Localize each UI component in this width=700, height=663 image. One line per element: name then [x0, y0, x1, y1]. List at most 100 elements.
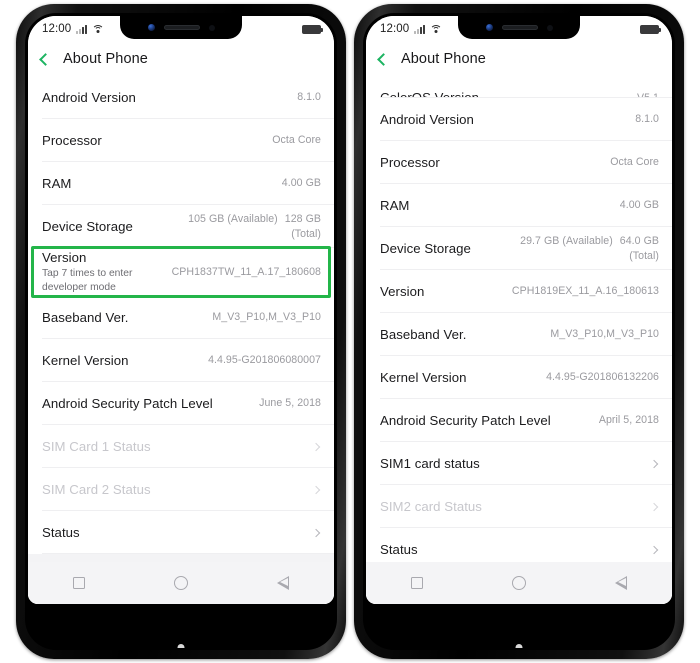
- settings-row-label: Processor: [380, 154, 440, 170]
- settings-row[interactable]: Android Version 8.1.0: [366, 98, 672, 141]
- settings-row-text: Status: [380, 541, 418, 558]
- wifi-icon: [92, 24, 105, 34]
- phone-bezel-left: 12:00 About Phone Android Version 8.1.0 Pr…: [25, 13, 337, 650]
- settings-row-label: ColorOS Version: [380, 89, 479, 98]
- triangle-back-icon[interactable]: [615, 576, 628, 590]
- triangle-back-icon[interactable]: [277, 576, 290, 590]
- settings-row-value: June 5, 2018: [259, 397, 321, 410]
- settings-row-text: Android Security Patch Level: [42, 395, 213, 412]
- settings-row[interactable]: Version CPH1819EX_11_A.16_180613: [366, 270, 672, 313]
- settings-row-label: Android Security Patch Level: [380, 412, 551, 428]
- settings-row-text: Processor: [42, 132, 102, 149]
- notch-left: [120, 16, 242, 39]
- settings-row[interactable]: Device Storage 29.7 GB (Available) 64.0 GB…: [366, 227, 672, 270]
- settings-row-label: RAM: [42, 175, 72, 191]
- settings-row-label: Device Storage: [42, 218, 133, 234]
- settings-row[interactable]: SIM1 card status: [366, 442, 672, 485]
- earpiece-speaker-icon: [501, 25, 538, 30]
- settings-list-left[interactable]: Android Version 8.1.0 Processor Octa Core RA…: [28, 76, 334, 604]
- settings-row[interactable]: RAM 4.00 GB: [366, 184, 672, 227]
- chevron-right-icon: [311, 485, 321, 494]
- status-clock: 12:00: [380, 23, 410, 35]
- settings-row[interactable]: Android Security Patch Level April 5, 201…: [366, 399, 672, 442]
- front-camera-icon: [147, 24, 155, 31]
- settings-row-label: SIM2 card Status: [380, 498, 482, 514]
- settings-row-value: 4.4.95-G201806080007: [208, 354, 321, 367]
- settings-row-label: Android Version: [380, 111, 474, 127]
- chevron-right-icon: [311, 442, 321, 451]
- settings-row-text: Device Storage: [380, 240, 471, 257]
- circle-home-icon[interactable]: [173, 576, 188, 590]
- page-title: About Phone: [63, 51, 148, 67]
- settings-row-label: RAM: [380, 197, 410, 213]
- settings-row-value: Octa Core: [272, 134, 321, 147]
- settings-row[interactable]: SIM Card 1 Status: [28, 425, 334, 468]
- settings-row-label: Version: [380, 283, 425, 299]
- storage-total-value: 128 GB (Total): [284, 212, 321, 240]
- circle-home-icon[interactable]: [511, 576, 526, 590]
- settings-list-right[interactable]: ColorOS Version V5.1 Android Version 8.1.0 P…: [366, 76, 672, 604]
- square-recents-icon[interactable]: [410, 577, 423, 589]
- settings-row-coloros-version-clipped[interactable]: ColorOS Version V5.1: [366, 76, 672, 98]
- settings-row-label: Processor: [42, 132, 102, 148]
- settings-row[interactable]: RAM 4.00 GB: [28, 162, 334, 205]
- settings-row[interactable]: Status: [28, 511, 334, 554]
- settings-row-text: SIM Card 2 Status: [42, 481, 151, 498]
- settings-row[interactable]: Baseband Ver. M_V3_P10,M_V3_P10: [366, 313, 672, 356]
- settings-row-text: Baseband Ver.: [380, 326, 466, 343]
- phone-bezel-right: 12:00 About Phone ColorOS VersionV5.1And…: [363, 13, 675, 650]
- app-bar-right: About Phone: [366, 42, 672, 76]
- settings-row[interactable]: Processor Octa Core: [28, 119, 334, 162]
- settings-row-version-highlighted[interactable]: Version Tap 7 times to enter developer mo…: [28, 248, 334, 296]
- settings-row-text: Version: [380, 283, 424, 300]
- settings-row-text: SIM Card 1 Status: [42, 438, 151, 455]
- settings-row-label: Version: [42, 250, 87, 266]
- settings-row[interactable]: Kernel Version 4.4.95-G201806080007: [28, 339, 334, 382]
- settings-row-value: M_V3_P10,M_V3_P10: [550, 328, 659, 341]
- status-clock: 12:00: [42, 23, 72, 35]
- settings-row-label: Baseband Ver.: [42, 309, 129, 325]
- settings-row[interactable]: Kernel Version 4.4.95-G201806132206: [366, 356, 672, 399]
- nav-bar-left: [28, 562, 334, 604]
- settings-row[interactable]: SIM2 card Status: [366, 485, 672, 528]
- settings-row-label: Device Storage: [380, 240, 471, 256]
- settings-row-label: Kernel Version: [42, 352, 129, 368]
- phone-screen-right: 12:00 About Phone ColorOS VersionV5.1And…: [366, 16, 672, 604]
- chevron-right-icon: [649, 502, 659, 511]
- settings-row[interactable]: Baseband Ver. M_V3_P10,M_V3_P10: [28, 296, 334, 339]
- battery-full-icon: [640, 24, 661, 34]
- back-chevron-icon[interactable]: [39, 52, 52, 66]
- settings-row[interactable]: Android Security Patch Level June 5, 2018: [28, 382, 334, 425]
- proximity-sensor-icon: [208, 24, 215, 31]
- settings-row-label: Status: [42, 524, 80, 540]
- settings-row[interactable]: Android Version 8.1.0: [28, 76, 334, 119]
- settings-row-value: CPH1837TW_11_A.17_180608: [171, 265, 321, 278]
- settings-row-value: 4.00 GB: [281, 177, 321, 190]
- square-recents-icon[interactable]: [72, 577, 85, 589]
- settings-row-label: Android Version: [42, 89, 136, 105]
- settings-row-text: Baseband Ver.: [42, 309, 128, 326]
- settings-row-value: 4.4.95-G201806132206: [546, 371, 659, 384]
- settings-row-value: Octa Core: [610, 156, 659, 169]
- settings-row-text: Kernel Version: [380, 369, 466, 386]
- settings-row[interactable]: Processor Octa Core: [366, 141, 672, 184]
- settings-row-text: RAM: [42, 175, 71, 192]
- back-chevron-icon[interactable]: [377, 52, 390, 66]
- phone-device-right: 12:00 About Phone ColorOS VersionV5.1And…: [354, 4, 684, 659]
- chevron-right-icon: [649, 459, 659, 468]
- settings-row[interactable]: SIM Card 2 Status: [28, 468, 334, 511]
- signal-bars-icon: [414, 24, 426, 34]
- front-camera-icon: [485, 24, 493, 31]
- settings-row-label: SIM1 card status: [380, 455, 480, 471]
- settings-row-value: CPH1819EX_11_A.16_180613: [511, 285, 659, 298]
- settings-row-label: Android Security Patch Level: [42, 395, 213, 411]
- wifi-icon: [430, 24, 443, 34]
- chevron-right-icon: [311, 528, 321, 537]
- page-title: About Phone: [401, 51, 486, 67]
- settings-row-value: 4.00 GB: [619, 199, 659, 212]
- phone-device-left: 12:00 About Phone Android Version 8.1.0 Pr…: [16, 4, 346, 659]
- chin-speaker-dot: [177, 644, 185, 648]
- settings-row-value: V5.1: [637, 91, 659, 98]
- settings-row-value: M_V3_P10,M_V3_P10: [212, 311, 321, 324]
- settings-row[interactable]: Device Storage 105 GB (Available) 128 GB (T…: [28, 205, 334, 248]
